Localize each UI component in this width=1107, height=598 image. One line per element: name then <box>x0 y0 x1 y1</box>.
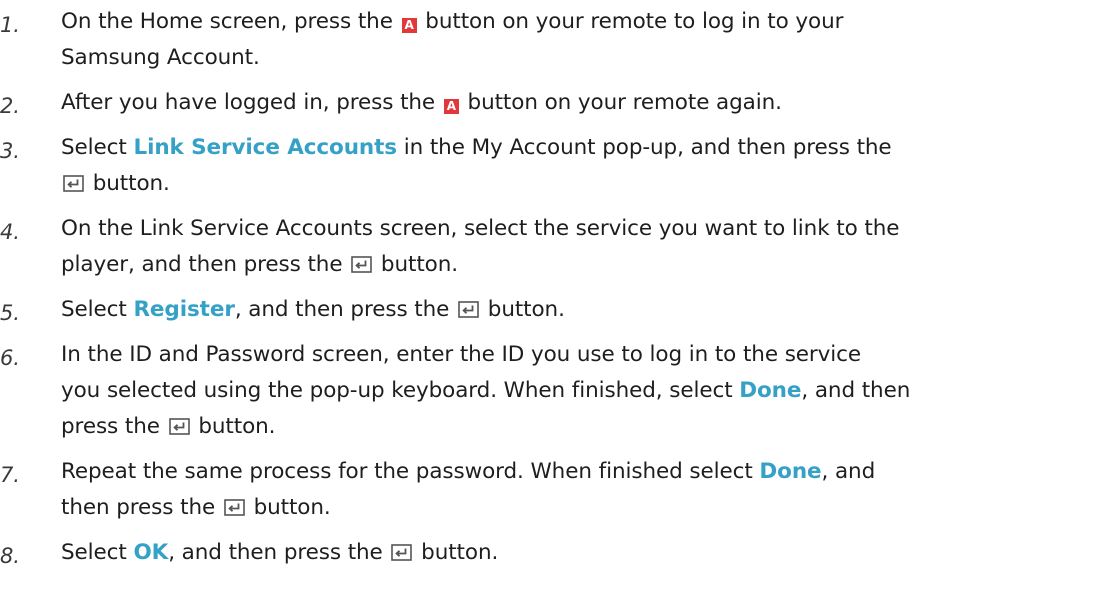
step-line: Select Register, and then press the butt… <box>61 292 1107 328</box>
text-segment: Select <box>61 297 134 322</box>
menu-keyword: Done <box>759 459 822 484</box>
step-line: Repeat the same process for the password… <box>61 454 1107 490</box>
text-segment: in the My Account pop-up, and then press… <box>396 135 892 160</box>
text-segment: , and then press the <box>234 297 457 322</box>
step-line: then press the button. <box>61 490 1107 526</box>
text-segment: Select <box>61 540 134 565</box>
step-text: Repeat the same process for the password… <box>61 454 1107 526</box>
step-line: On the Home screen, press the A button o… <box>61 4 1107 40</box>
step-number: 3. <box>0 139 20 163</box>
step-text: Select OK, and then press the button. <box>61 535 1107 571</box>
text-segment: you selected using the pop-up keyboard. … <box>61 378 740 403</box>
text-segment: button. <box>374 252 458 277</box>
menu-keyword: Register <box>133 297 235 322</box>
step-text: On the Home screen, press the A button o… <box>61 4 1107 76</box>
menu-keyword: Done <box>739 378 802 403</box>
text-segment: press the <box>61 414 167 439</box>
step-text: In the ID and Password screen, enter the… <box>61 337 1107 445</box>
text-segment: Repeat the same process for the password… <box>61 459 760 484</box>
step-line: Samsung Account. <box>61 40 1107 76</box>
step-number: 8. <box>0 544 20 568</box>
text-segment: Samsung Account. <box>61 45 260 70</box>
text-segment: button on your remote again. <box>460 90 782 115</box>
red-a-button-icon: A <box>401 18 417 33</box>
step-line: After you have logged in, press the A bu… <box>61 85 1107 121</box>
step-number: 6. <box>0 346 20 370</box>
menu-keyword: OK <box>133 540 169 565</box>
red-a-button-icon: A <box>443 99 459 114</box>
text-segment: button. <box>246 495 331 520</box>
step-number: 2. <box>0 94 20 118</box>
text-segment: , and then press the <box>168 540 390 565</box>
enter-button-icon <box>391 544 413 561</box>
text-segment: After you have logged in, press the <box>61 90 442 115</box>
step-line: In the ID and Password screen, enter the… <box>61 337 1107 373</box>
step-line: On the Link Service Accounts screen, sel… <box>61 211 1107 247</box>
text-segment: button. <box>86 171 170 196</box>
step-text: Select Link Service Accounts in the My A… <box>61 130 1107 202</box>
text-segment: button on your remote to log in to your <box>418 9 844 34</box>
text-segment: button. <box>414 540 499 565</box>
text-segment: Select <box>61 135 134 160</box>
enter-button-icon <box>458 301 479 318</box>
text-segment: button. <box>481 297 565 322</box>
text-segment: In the ID and Password screen, enter the… <box>61 342 862 367</box>
step-text: Select Register, and then press the butt… <box>61 292 1107 328</box>
text-segment: , and then <box>801 378 911 403</box>
step-line: you selected using the pop-up keyboard. … <box>61 373 1107 409</box>
enter-button-icon <box>168 418 190 435</box>
step-line: player, and then press the button. <box>61 247 1107 283</box>
step-number: 7. <box>0 463 20 487</box>
text-segment: On the Link Service Accounts screen, sel… <box>61 216 900 241</box>
step-text: On the Link Service Accounts screen, sel… <box>61 211 1107 283</box>
text-segment: On the Home screen, press the <box>61 9 400 34</box>
text-segment: then press the <box>61 495 222 520</box>
text-segment: button. <box>191 414 276 439</box>
step-number: 1. <box>0 13 20 37</box>
text-segment: player, and then press the <box>61 252 350 277</box>
step-number: 5. <box>0 301 20 325</box>
menu-keyword: Link Service Accounts <box>133 135 397 160</box>
step-text: After you have logged in, press the A bu… <box>61 85 1107 121</box>
text-segment: , and <box>821 459 876 484</box>
step-line: Select Link Service Accounts in the My A… <box>61 130 1107 166</box>
enter-button-icon <box>224 499 245 516</box>
step-line: button. <box>61 166 1107 202</box>
step-number: 4. <box>0 220 20 244</box>
enter-button-icon <box>63 175 84 192</box>
enter-button-icon <box>351 256 372 273</box>
step-line: Select OK, and then press the button. <box>61 535 1107 571</box>
step-line: press the button. <box>61 409 1107 445</box>
